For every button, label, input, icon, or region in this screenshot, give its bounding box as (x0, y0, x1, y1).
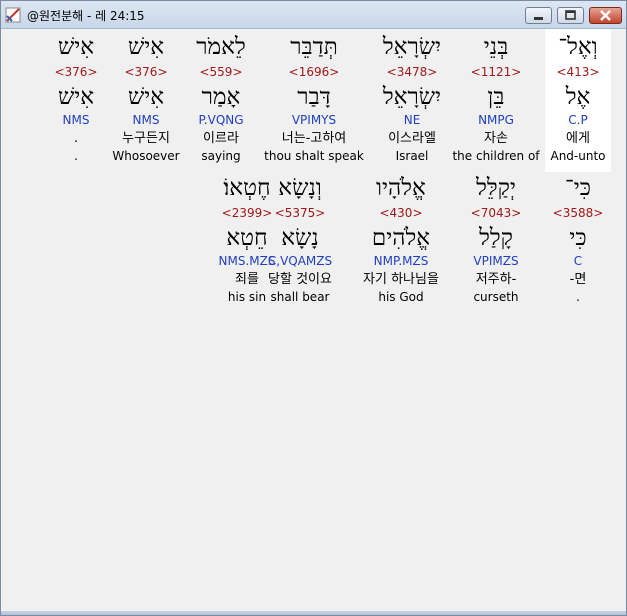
window-bottom-border (1, 611, 626, 615)
korean-gloss: 죄를 (235, 272, 259, 287)
minimize-button[interactable] (525, 7, 552, 24)
parse-code: NMS.MZS (218, 254, 276, 268)
lemma: קָלַל (479, 225, 513, 251)
english-gloss: Israel (395, 149, 429, 163)
english-gloss: his sin (227, 290, 267, 304)
maximize-button[interactable] (557, 7, 584, 24)
parse-code: NMS (62, 113, 90, 127)
hebrew-word: אִישׁ (57, 34, 95, 60)
minimize-icon (534, 17, 543, 20)
lemma: חֵטְא (226, 225, 268, 251)
lemma: אֱלֹהִים (371, 225, 431, 251)
parse-code: NMP.MZS (373, 254, 429, 268)
lemma: יִשְׂרָאֵל (382, 84, 442, 110)
korean-gloss: 자기 하나님을 (363, 272, 439, 287)
strong-number: <376> (54, 65, 98, 79)
hebrew-word: חֶטְאוֹ׃ (223, 175, 271, 201)
english-gloss: . (74, 149, 78, 163)
maximize-icon (565, 10, 576, 20)
korean-gloss: 저주하- (475, 272, 517, 287)
parse-code: VPIMZS (473, 254, 519, 268)
window-title: @원전분해 - 레 24:15 (27, 9, 145, 23)
close-icon (600, 10, 611, 21)
english-gloss: curseth (473, 290, 519, 304)
strong-number: <3478> (386, 65, 438, 79)
word-analysis-panel: וְאֶל־ <413> אֶל C.P 에게 And-unto בְּנֵי <1121> ב… (5, 29, 622, 611)
lemma: אִישׁ (57, 84, 95, 110)
strong-number: <7043> (470, 206, 522, 220)
app-icon (5, 7, 21, 23)
hebrew-word: אֱלֹהָיו (376, 175, 426, 201)
app-window: @원전분해 - 레 24:15 וְאֶל־ <413> אֶל C.P 에게 And-u… (0, 0, 627, 616)
parse-code: NE (403, 113, 421, 127)
english-gloss: his God (378, 290, 424, 304)
title-bar[interactable]: @원전분해 - 레 24:15 (1, 1, 626, 29)
close-button[interactable] (589, 7, 622, 24)
strong-number: <2399> (221, 206, 273, 220)
hebrew-word: יִשְׂרָאֵל (382, 34, 442, 60)
korean-gloss: . (73, 131, 79, 146)
korean-gloss: 이스라엘 (388, 131, 436, 146)
strong-number: <430> (379, 206, 423, 220)
hebrew-word: יְקַלֵּל (476, 175, 516, 201)
